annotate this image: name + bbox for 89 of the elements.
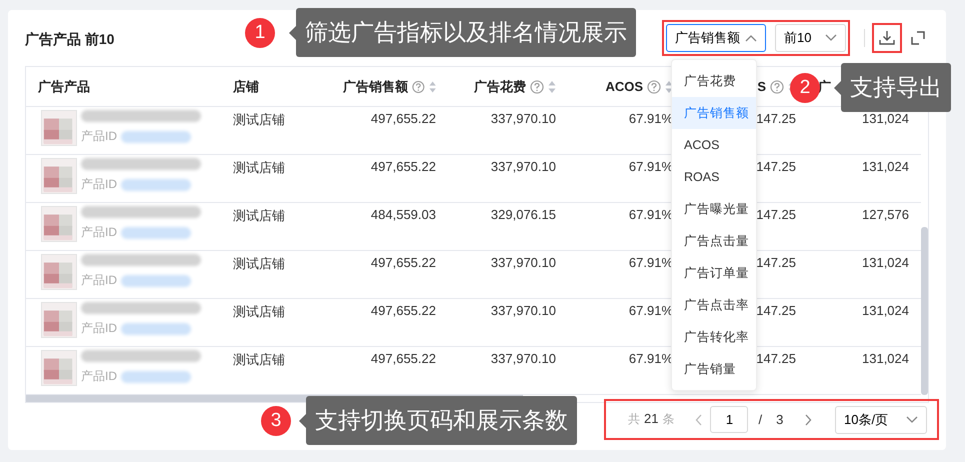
table-cell: 67.91% xyxy=(628,255,673,270)
table-cell: 131,024 xyxy=(862,255,909,270)
menu-item[interactable]: 广告销售额 xyxy=(672,97,756,129)
redacted-id xyxy=(121,130,191,142)
menu-item[interactable]: 广告花费 xyxy=(672,65,756,97)
table-cell: 337,970.10 xyxy=(490,351,556,366)
table-cell: 497,655.22 xyxy=(370,159,436,174)
column-header: 广告花费 xyxy=(474,78,526,96)
chevron-icon xyxy=(745,34,757,42)
page-count: 3 xyxy=(776,412,784,427)
redacted-id xyxy=(121,370,191,382)
table-cell: 测试店铺 xyxy=(233,352,285,367)
redacted-id xyxy=(121,322,191,334)
table-cell: 147.25 xyxy=(756,255,796,270)
rank-select[interactable]: 前10 xyxy=(775,24,846,52)
table-cell: 329,076.15 xyxy=(490,207,556,222)
help-icon xyxy=(647,80,661,94)
menu-item[interactable]: 广告曝光量 xyxy=(672,193,756,225)
product-id-label: 产品ID xyxy=(81,224,117,241)
table-cell: 测试店铺 xyxy=(233,256,285,271)
table-cell: 497,655.22 xyxy=(370,351,436,366)
product-id-label: 产品ID xyxy=(81,128,117,145)
column-header: 广告产品 xyxy=(38,78,90,96)
product-id-label: 产品ID xyxy=(81,272,117,289)
scrollbar-thumb[interactable] xyxy=(921,227,928,395)
total-suffix: 条 xyxy=(662,411,674,428)
product-id-label: 产品ID xyxy=(81,320,117,337)
column-header: ACOS xyxy=(605,79,643,94)
menu-item[interactable]: 广告点击量 xyxy=(672,225,756,257)
product-id-label: 产品ID xyxy=(81,176,117,193)
menu-item[interactable]: 广告销量 xyxy=(672,353,756,385)
page-separator: / xyxy=(758,412,762,427)
product-id-label: 产品ID xyxy=(81,368,117,385)
page-size-select[interactable]: 10条/页 xyxy=(835,406,927,434)
menu-item[interactable]: ROAS xyxy=(672,161,756,193)
column-header: S xyxy=(757,79,766,94)
metric-select[interactable]: 广告销售额 xyxy=(666,24,766,52)
table-cell: 337,970.10 xyxy=(490,159,556,174)
table-cell: 497,655.22 xyxy=(370,255,436,270)
callout-tooltip: 筛选广告指标以及排名情况展示 xyxy=(289,8,636,57)
menu-item[interactable]: 广告点击率 xyxy=(672,289,756,321)
table-cell: 337,970.10 xyxy=(490,111,556,126)
total-prefix: 共 xyxy=(628,411,640,428)
redacted-id xyxy=(121,274,191,286)
table-cell: 147.25 xyxy=(756,303,796,318)
help-icon xyxy=(530,80,544,94)
table-cell: 484,559.03 xyxy=(370,207,436,222)
redacted-id xyxy=(121,178,191,190)
table-cell: 131,024 xyxy=(862,111,909,126)
table-cell: 测试店铺 xyxy=(233,112,285,127)
step-badge: 3 xyxy=(261,406,291,436)
table-cell: 67.91% xyxy=(628,207,673,222)
download-icon[interactable] xyxy=(875,26,899,50)
column-header: 店铺 xyxy=(233,78,259,96)
step-badge: 1 xyxy=(245,18,275,48)
help-icon xyxy=(770,80,784,94)
chevron-icon xyxy=(906,416,918,424)
help-icon xyxy=(412,80,425,94)
table-cell: 67.91% xyxy=(628,351,673,366)
table-cell: 测试店铺 xyxy=(233,304,285,319)
table-cell: 131,024 xyxy=(862,351,909,366)
table-cell: 497,655.22 xyxy=(370,303,436,318)
table-cell: 147.25 xyxy=(756,159,796,174)
panel-title: 广告产品 前10 xyxy=(25,31,114,49)
table-cell: 67.91% xyxy=(628,303,673,318)
table-cell: 147.25 xyxy=(756,351,796,366)
table-cell: 337,970.10 xyxy=(490,255,556,270)
menu-item[interactable]: ACOS xyxy=(672,129,756,161)
menu-item[interactable]: 广告转化率 xyxy=(672,321,756,353)
column-header: 广告销售额 xyxy=(343,78,408,96)
chevron-icon xyxy=(825,34,837,42)
table-cell: 测试店铺 xyxy=(233,160,285,175)
table-cell: 67.91% xyxy=(628,111,673,126)
table-cell: 147.25 xyxy=(756,207,796,222)
table-cell: 337,970.10 xyxy=(490,303,556,318)
table-cell: 127,576 xyxy=(862,207,909,222)
table-cell: 131,024 xyxy=(862,303,909,318)
redacted-id xyxy=(121,226,191,238)
table-cell: 测试店铺 xyxy=(233,208,285,223)
menu-item[interactable]: 广告订单量 xyxy=(672,257,756,289)
table-cell: 131,024 xyxy=(862,159,909,174)
step-badge: 2 xyxy=(790,73,820,103)
page-input[interactable]: 1 xyxy=(710,406,748,433)
table-cell: 497,655.22 xyxy=(370,111,436,126)
table-cell: 147.25 xyxy=(756,111,796,126)
total-count: 21 xyxy=(644,411,658,426)
table-cell: 67.91% xyxy=(628,159,673,174)
callout-tooltip: 支持导出 xyxy=(834,63,951,112)
callout-tooltip: 支持切换页码和展示条数 xyxy=(299,396,577,445)
